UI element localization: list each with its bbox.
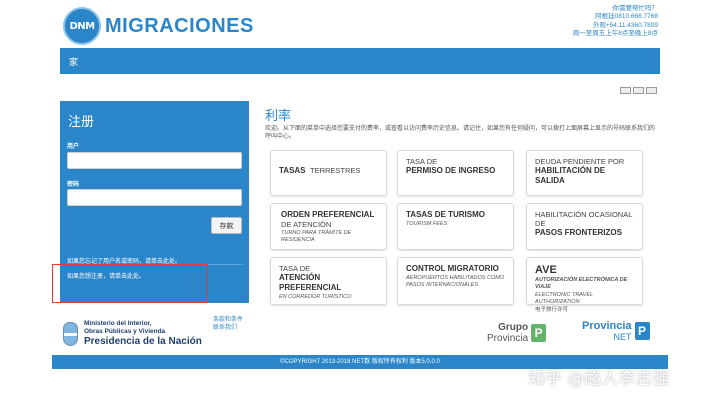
provincia-p-icon: P (531, 324, 547, 342)
tile-label: TASAS (279, 166, 306, 175)
tile-label: ATENCIÓN PREFERENCIAL (279, 273, 342, 292)
view-toggle (620, 87, 657, 94)
contact-info: 你需要帮忙吗？ 阿根廷0810.666.7768 外观+54.11.4360.7… (573, 5, 658, 39)
page-title: 利率 (265, 108, 292, 123)
intro-text: 欢迎。从下面的菜单中选择您要支付的费率，或查看以访问费率历史信息。请记住，如果您… (265, 126, 656, 140)
tile-sublabel: ELECTRONIC TRAVEL AUTHORIZATION (535, 292, 593, 305)
contact-hours: 周一至周五上午8点至晚上8点 (572, 30, 658, 38)
tile-orden-preferencial[interactable]: ORDEN PREFERENCIAL DE ATENCIÓN TURNO PAR… (270, 203, 387, 250)
grupo-provincia-logo[interactable]: Grupo Provincia P (487, 322, 547, 344)
contact-us-link[interactable]: 联系我们 (213, 324, 243, 332)
user-label: 用户 (67, 144, 80, 150)
password-label: 密码 (67, 182, 80, 188)
register-title: 注册 (68, 114, 95, 129)
logo-text: MIGRACIONES (105, 14, 254, 37)
site-logo[interactable]: DNM MIGRACIONES (63, 7, 254, 45)
tile-label: DEUDA PENDIENTE POR (535, 157, 625, 166)
ministry-logo: Ministerio del Interior, Obras Públicas … (63, 320, 202, 348)
tile-ave[interactable]: AVE AUTORIZACIÓN ELECTRÓNICA DE VIAJE EL… (526, 257, 643, 313)
tile-permiso-ingreso[interactable]: TASA DE PERMISO DE INGRESO (397, 150, 514, 196)
tile-label: HABILITACIÓN DE SALIDA (535, 166, 606, 185)
tile-label: PASOS FRONTERIZOS (535, 228, 622, 237)
tile-control-migratorio[interactable]: CONTROL MIGRATORIO AEROPUERTOS HABILITAD… (397, 257, 514, 305)
save-button[interactable]: 存款 (211, 217, 242, 234)
tile-label: TERRESTRES (309, 166, 361, 175)
list-view-icon[interactable] (620, 87, 631, 94)
tile-tasas-terrestres[interactable]: TASAS TERRESTRES (270, 150, 387, 196)
logo-badge: DNM (63, 7, 101, 45)
provincia-text: Provincia (487, 333, 529, 344)
coat-of-arms-icon (63, 322, 78, 346)
tile-label: AVE (535, 264, 557, 276)
ministry-line-2: Obras Públicas y Vivienda (84, 328, 166, 335)
watermark: 知乎 @路人李志强 (528, 369, 670, 389)
tile-sublabel: 电子旅行许可 (535, 307, 569, 313)
ministry-line-1: Ministerio del Interior, (84, 320, 152, 327)
tile-atencion-preferencial[interactable]: TASA DE ATENCIÓN PREFERENCIAL EN CORREDO… (270, 257, 387, 305)
tile-label: PERMISO DE INGRESO (406, 166, 496, 175)
grupo-text: Grupo (498, 322, 529, 333)
provincia-net-p-icon: P (634, 322, 650, 340)
tile-sublabel: TOURISM FEES (406, 221, 448, 227)
highlight-box (52, 264, 208, 303)
ministry-line-3: Presidencia de la Nación (84, 336, 202, 347)
user-input[interactable] (67, 152, 242, 169)
provincia-net-logo[interactable]: Provincia NET P (582, 320, 650, 342)
tile-sublabel: TURNO PARA TRÁMITE DE RESIDENCIA (281, 230, 352, 243)
tile-label: CONTROL MIGRATORIO (406, 264, 499, 273)
tile-deuda-pendiente[interactable]: DEUDA PENDIENTE POR HABILITACIÓN DE SALI… (526, 150, 643, 196)
tile-label: TASAS DE TURISMO (406, 210, 485, 219)
terms-link[interactable]: 条款和条件 (213, 316, 243, 324)
tile-label: ORDEN PREFERENCIAL (281, 210, 375, 219)
tile-label: DE ATENCIÓN (281, 220, 332, 229)
tile-sublabel: EN CORREDOR TURÍSTICO (279, 294, 352, 300)
tile-sublabel: AUTORIZACIÓN ELECTRÓNICA DE VIAJE (535, 277, 628, 290)
tile-sublabel: AEROPUERTOS HABILITADOS COMO PASOS INTER… (406, 275, 505, 288)
tile-pasos-fronterizos[interactable]: HABILITACIÓN OCASIONAL DE PASOS FRONTERI… (526, 203, 643, 250)
tile-view-icon[interactable] (646, 87, 657, 94)
footer-links: 条款和条件 联系我们 (213, 316, 243, 332)
nav-bar: 家 (60, 48, 660, 74)
tile-label: TASA DE (279, 264, 311, 273)
contact-phone-argentina: 阿根廷0810.666.7768 (595, 13, 658, 21)
provincia-net-title: Provincia (582, 320, 632, 332)
nav-home-link[interactable]: 家 (69, 55, 78, 68)
contact-phone-abroad: 外观+54.11.4360.7809 (592, 21, 658, 29)
tile-label: HABILITACIÓN OCASIONAL DE (535, 210, 633, 228)
password-input[interactable] (67, 189, 242, 206)
grid-view-icon[interactable] (633, 87, 644, 94)
tile-tasas-turismo[interactable]: TASAS DE TURISMO TOURISM FEES (397, 203, 514, 250)
tile-label: TASA DE (406, 157, 438, 166)
provincia-net-subtitle: NET (613, 332, 632, 342)
